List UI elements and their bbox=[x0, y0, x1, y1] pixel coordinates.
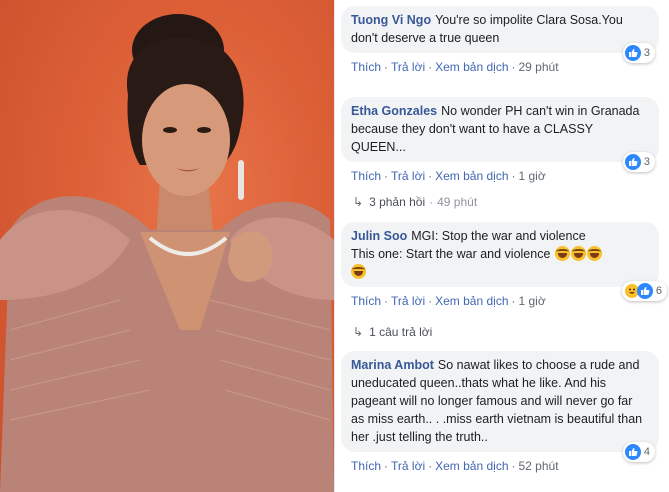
comment-text: MGI: Stop the war and violence bbox=[411, 229, 586, 243]
laughing-emoji-icon bbox=[570, 246, 586, 261]
translate-link[interactable]: Xem bản dịch bbox=[435, 60, 508, 74]
portrait-image bbox=[0, 14, 334, 492]
replies-time: 49 phút bbox=[437, 195, 478, 209]
comment-bubble: Etha Gonzales No wonder PH can't win in G… bbox=[341, 97, 659, 172]
comment-item: Tuong Vi Ngo You're so impolite Clara Sos… bbox=[341, 6, 659, 77]
reply-link[interactable]: Trả lời bbox=[391, 60, 425, 74]
comment-author[interactable]: Tuong Vi Ngo bbox=[351, 13, 431, 27]
like-link[interactable]: Thích bbox=[351, 169, 381, 183]
replies-count[interactable]: 1 câu trả lời bbox=[369, 324, 432, 340]
reply-link[interactable]: Trả lời bbox=[391, 169, 425, 183]
like-link[interactable]: Thích bbox=[351, 60, 381, 74]
view-replies[interactable]: ↳ 3 phản hồi · 49 phút bbox=[353, 194, 477, 210]
view-replies[interactable]: ↳ 1 câu trả lời bbox=[353, 324, 432, 340]
comment-item: Julin Soo MGI: Stop the war and violence … bbox=[341, 222, 667, 311]
comment-time[interactable]: 1 giờ bbox=[519, 294, 546, 308]
comment-bubble: Julin Soo MGI: Stop the war and violence … bbox=[341, 222, 667, 301]
laughing-emoji-icon bbox=[554, 246, 570, 261]
comment-time[interactable]: 1 giờ bbox=[519, 169, 546, 183]
replies-count[interactable]: 3 phản hồi bbox=[369, 194, 425, 210]
comment-actions: Thích · Trả lời · Xem bản dịch · 29 phút bbox=[351, 60, 559, 74]
comment-item: Marina Ambot So nawat likes to choose a r… bbox=[341, 351, 659, 476]
laughing-emoji-icon bbox=[586, 246, 602, 261]
like-link[interactable]: Thích bbox=[351, 294, 381, 308]
comment-author[interactable]: Julin Soo bbox=[351, 229, 407, 243]
comment-time[interactable]: 29 phút bbox=[519, 60, 559, 74]
comment-author[interactable]: Etha Gonzales bbox=[351, 104, 437, 118]
reply-link[interactable]: Trả lời bbox=[391, 459, 425, 473]
translate-link[interactable]: Xem bản dịch bbox=[435, 459, 508, 473]
comment-time[interactable]: 52 phút bbox=[519, 459, 559, 473]
reply-arrow-icon: ↳ bbox=[353, 325, 364, 339]
comment-author[interactable]: Marina Ambot bbox=[351, 358, 434, 372]
reply-arrow-icon: ↳ bbox=[353, 195, 364, 209]
comment-actions: Thích · Trả lời · Xem bản dịch · 1 giờ bbox=[351, 169, 546, 183]
translate-link[interactable]: Xem bản dịch bbox=[435, 294, 508, 308]
translate-link[interactable]: Xem bản dịch bbox=[435, 169, 508, 183]
reply-link[interactable]: Trả lời bbox=[391, 294, 425, 308]
like-link[interactable]: Thích bbox=[351, 459, 381, 473]
comment-actions: Thích · Trả lời · Xem bản dịch · 52 phút bbox=[351, 459, 559, 473]
comment-text: This one: Start the war and violence bbox=[351, 247, 551, 261]
comment-bubble: Marina Ambot So nawat likes to choose a r… bbox=[341, 351, 659, 462]
comments-panel: Tuong Vi Ngo You're so impolite Clara Sos… bbox=[334, 0, 669, 492]
laughing-emoji-icon bbox=[351, 264, 366, 279]
comment-bubble: Tuong Vi Ngo You're so impolite Clara Sos… bbox=[341, 6, 659, 63]
post-photo[interactable] bbox=[0, 0, 334, 492]
comment-actions: Thích · Trả lời · Xem bản dịch · 1 giờ bbox=[351, 294, 546, 308]
comment-item: Etha Gonzales No wonder PH can't win in G… bbox=[341, 97, 659, 186]
